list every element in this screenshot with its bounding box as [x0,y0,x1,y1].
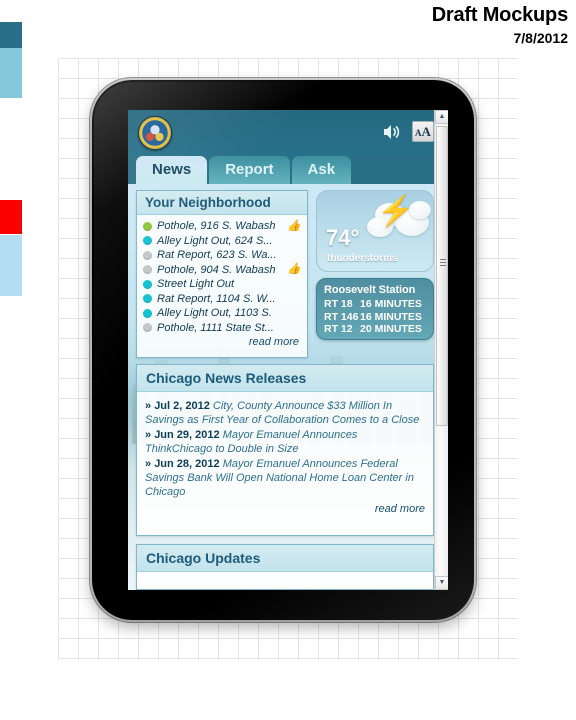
chicago-updates-panel: Chicago Updates [136,544,434,590]
scrollbar-grip-icon [440,259,446,266]
text-size-icon[interactable]: AA [412,121,434,142]
status-dot-gray [143,323,152,333]
double-chevron-icon: » [145,458,155,470]
status-dot-cyan [143,279,152,289]
thumbs-up-icon[interactable]: 👍 [287,220,301,232]
chicago-news-releases-panel: Chicago News Releases » Jul 2, 2012 City… [136,364,434,536]
neighborhood-list-item[interactable]: Pothole, 1111 State St... [143,321,301,336]
transit-route-eta: 20 MINUTES [360,323,422,335]
status-dot-cyan [143,308,152,318]
tab-report[interactable]: Report [209,156,290,184]
neighborhood-read-more-link[interactable]: read more [137,335,307,351]
neighborhood-item-label: Pothole, 916 S. Wabash [157,220,276,232]
scrollbar-thumb[interactable] [436,126,448,426]
transit-route-row: RT 12 20 MINUTES [324,323,426,336]
speaker-icon[interactable] [382,123,402,141]
news-release-item[interactable]: » Jun 28, 2012 Mayor Emanuel Announces F… [145,457,425,499]
news-releases-list: » Jul 2, 2012 City, County Announce $33 … [137,392,433,502]
page-root: Draft Mockups 7/8/2012 AA News Report Ask [0,0,576,720]
text-size-large-a: A [421,124,431,139]
palette-swatch-dark-teal [0,22,22,48]
news-release-item[interactable]: » Jul 2, 2012 City, County Announce $33 … [145,399,425,427]
neighborhood-item-label: Rat Report, 623 S. Wa... [157,249,277,261]
tab-ask[interactable]: Ask [291,156,352,184]
weather-condition: thunderstorms [327,253,398,264]
news-releases-read-more-link[interactable]: read more [137,502,433,518]
lightning-bolt-icon: ⚡ [377,195,415,228]
neighborhood-item-label: Street Light Out [157,278,235,290]
news-release-date: Jun 29, 2012 [154,429,223,441]
palette-swatch-red [0,200,22,234]
neighborhood-item-label: Alley Light Out, 624 S... [157,234,273,247]
app-header: AA [128,110,448,156]
status-dot-cyan [143,294,152,304]
status-dot-gray [143,265,152,275]
scrollbar-down-button[interactable]: ▼ [435,576,448,590]
news-release-item[interactable]: » Jun 29, 2012 Mayor Emanuel Announces T… [145,428,425,456]
neighborhood-list-item[interactable]: Pothole, 904 S. Wabash 👍 [143,263,301,278]
transit-route-row: RT 146 16 MINUTES [324,311,426,324]
neighborhood-item-label: Alley Light Out, 1103 S. [157,307,272,319]
scrollbar-up-button[interactable]: ▲ [435,110,448,124]
news-releases-title: Chicago News Releases [137,365,433,392]
transit-station-name: Roosevelt Station [324,284,416,296]
neighborhood-list-item[interactable]: Alley Light Out, 1103 S. [143,306,301,321]
scrollbar[interactable]: ▲ ▼ [434,110,448,590]
transit-route-number: RT 12 [324,323,353,335]
neighborhood-list-item[interactable]: Street Light Out [143,277,301,292]
transit-route-eta: 16 MINUTES [360,310,422,323]
transit-route-list: RT 18 16 MINUTES RT 146 16 MINUTES RT 12 20 M… [324,298,426,336]
neighborhood-list-item[interactable]: Rat Report, 1104 S. W... [143,292,301,307]
neighborhood-item-label: Pothole, 1111 State St... [157,321,274,334]
status-dot-cyan [143,236,152,246]
app-content: Your Neighborhood Pothole, 916 S. Wabash… [128,184,448,590]
page-date: 7/8/2012 [513,30,569,46]
status-dot-gray [143,250,152,260]
neighborhood-list: Pothole, 916 S. Wabash 👍 Alley Light Out, … [137,215,307,335]
page-title: Draft Mockups [431,4,569,26]
status-dot-green [143,221,152,231]
news-release-date: Jul 2, 2012 [154,400,213,412]
weather-temperature: 74° [326,225,360,250]
tab-bar: News Report Ask [128,156,448,184]
transit-route-number: RT 18 [324,298,353,310]
news-release-date: Jun 28, 2012 [154,458,223,470]
your-neighborhood-title: Your Neighborhood [137,191,307,215]
neighborhood-list-item[interactable]: Pothole, 916 S. Wabash 👍 [143,219,301,234]
neighborhood-item-label: Pothole, 904 S. Wabash [157,263,276,276]
palette-swatch-pale-blue [0,235,22,296]
tab-news[interactable]: News [136,156,208,184]
neighborhood-list-item[interactable]: Rat Report, 623 S. Wa... [143,248,301,263]
chicago-city-seal-icon [138,116,172,150]
tablet-device-frame: AA News Report Ask Your Neighborhood Potho… [92,80,474,620]
chicago-updates-title: Chicago Updates [137,545,433,572]
thumbs-up-icon[interactable]: 👍 [287,264,301,275]
transit-route-eta: 16 MINUTES [360,298,422,310]
double-chevron-icon: » [145,400,155,412]
transit-route-row: RT 18 16 MINUTES [324,298,426,311]
tablet-screen: AA News Report Ask Your Neighborhood Potho… [128,110,448,590]
palette-swatch-mid-blue [0,48,22,98]
your-neighborhood-panel: Your Neighborhood Pothole, 916 S. Wabash… [136,190,308,358]
transit-widget[interactable]: Roosevelt Station RT 18 16 MINUTES RT 146 1… [316,278,434,340]
double-chevron-icon: » [145,429,155,441]
neighborhood-item-label: Rat Report, 1104 S. W... [157,292,276,305]
neighborhood-list-item[interactable]: Alley Light Out, 624 S... [143,234,301,249]
weather-widget[interactable]: ⚡ 74° thunderstorms [316,190,434,272]
transit-route-number: RT 146 [324,310,359,323]
